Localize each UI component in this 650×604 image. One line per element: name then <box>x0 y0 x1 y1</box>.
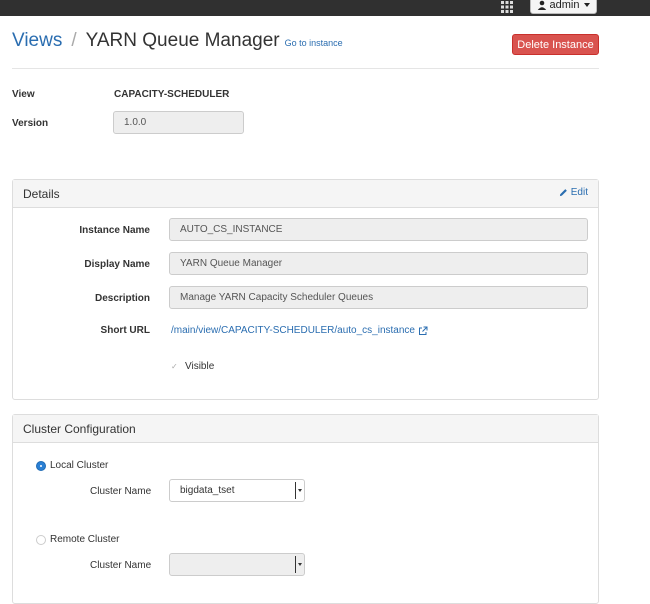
remote-cluster-name-label: Cluster Name <box>90 560 152 571</box>
admin-user-menu[interactable]: admin <box>530 0 597 14</box>
select-arrow-icon <box>295 482 304 499</box>
radio-unselected-icon <box>36 534 46 545</box>
visible-checkbox[interactable]: ✓ Visible <box>171 361 214 372</box>
breadcrumb-separator: / <box>71 30 77 51</box>
instance-name-field: AUTO_CS_INSTANCE <box>169 218 588 241</box>
short-url-link[interactable]: /main/view/CAPACITY-SCHEDULER/auto_cs_in… <box>171 325 428 336</box>
page-title: YARN Queue Manager <box>85 30 280 51</box>
description-label: Description <box>94 293 150 304</box>
cluster-panel-title: Cluster Configuration <box>13 415 598 443</box>
description-field: Manage YARN Capacity Scheduler Queues <box>169 286 588 309</box>
external-link-icon <box>418 326 428 335</box>
local-cluster-label: Local Cluster <box>50 460 109 471</box>
local-cluster-name-label: Cluster Name <box>90 486 152 497</box>
instance-name-label: Instance Name <box>79 225 150 236</box>
local-cluster-name-value: bigdata_tset <box>180 485 235 496</box>
details-panel: Details Edit Instance Name AUTO_CS_INSTA… <box>12 179 599 400</box>
short-url-text: /main/view/CAPACITY-SCHEDULER/auto_cs_in… <box>171 325 415 336</box>
version-field: 1.0.0 <box>113 111 244 134</box>
display-name-label: Display Name <box>84 259 150 270</box>
short-url-label: Short URL <box>100 325 150 336</box>
remote-cluster-name-select[interactable] <box>169 553 305 576</box>
local-cluster-radio[interactable]: Local Cluster <box>36 460 108 471</box>
apps-grid-icon[interactable] <box>500 1 514 13</box>
cluster-configuration-panel: Cluster Configuration Local Cluster Clus… <box>12 414 599 604</box>
pencil-icon <box>559 189 567 197</box>
breadcrumb-views-link[interactable]: Views <box>12 30 62 52</box>
admin-label: admin <box>549 0 580 11</box>
page-header: Views / YARN Queue Manager Go to instanc… <box>12 30 343 60</box>
top-navbar: admin <box>0 0 650 16</box>
details-panel-title: Details <box>13 180 598 208</box>
local-cluster-name-select[interactable]: bigdata_tset <box>169 479 305 502</box>
select-arrow-icon <box>295 556 304 573</box>
view-value: CAPACITY-SCHEDULER <box>114 89 230 100</box>
caret-down-icon <box>584 3 591 7</box>
checkmark-icon: ✓ <box>171 361 178 371</box>
go-to-instance-link[interactable]: Go to instance <box>285 38 343 48</box>
remote-cluster-label: Remote Cluster <box>50 534 120 545</box>
view-label: View <box>12 89 35 100</box>
delete-instance-button[interactable]: Delete Instance <box>512 34 599 55</box>
edit-details-link[interactable]: Edit <box>559 187 588 198</box>
version-label: Version <box>12 118 49 129</box>
display-name-field: YARN Queue Manager <box>169 252 588 275</box>
edit-label: Edit <box>570 187 588 198</box>
user-icon <box>537 0 546 10</box>
radio-selected-icon <box>36 460 46 471</box>
remote-cluster-radio[interactable]: Remote Cluster <box>36 534 119 545</box>
header-divider <box>12 68 599 69</box>
visible-label: Visible <box>185 361 215 372</box>
